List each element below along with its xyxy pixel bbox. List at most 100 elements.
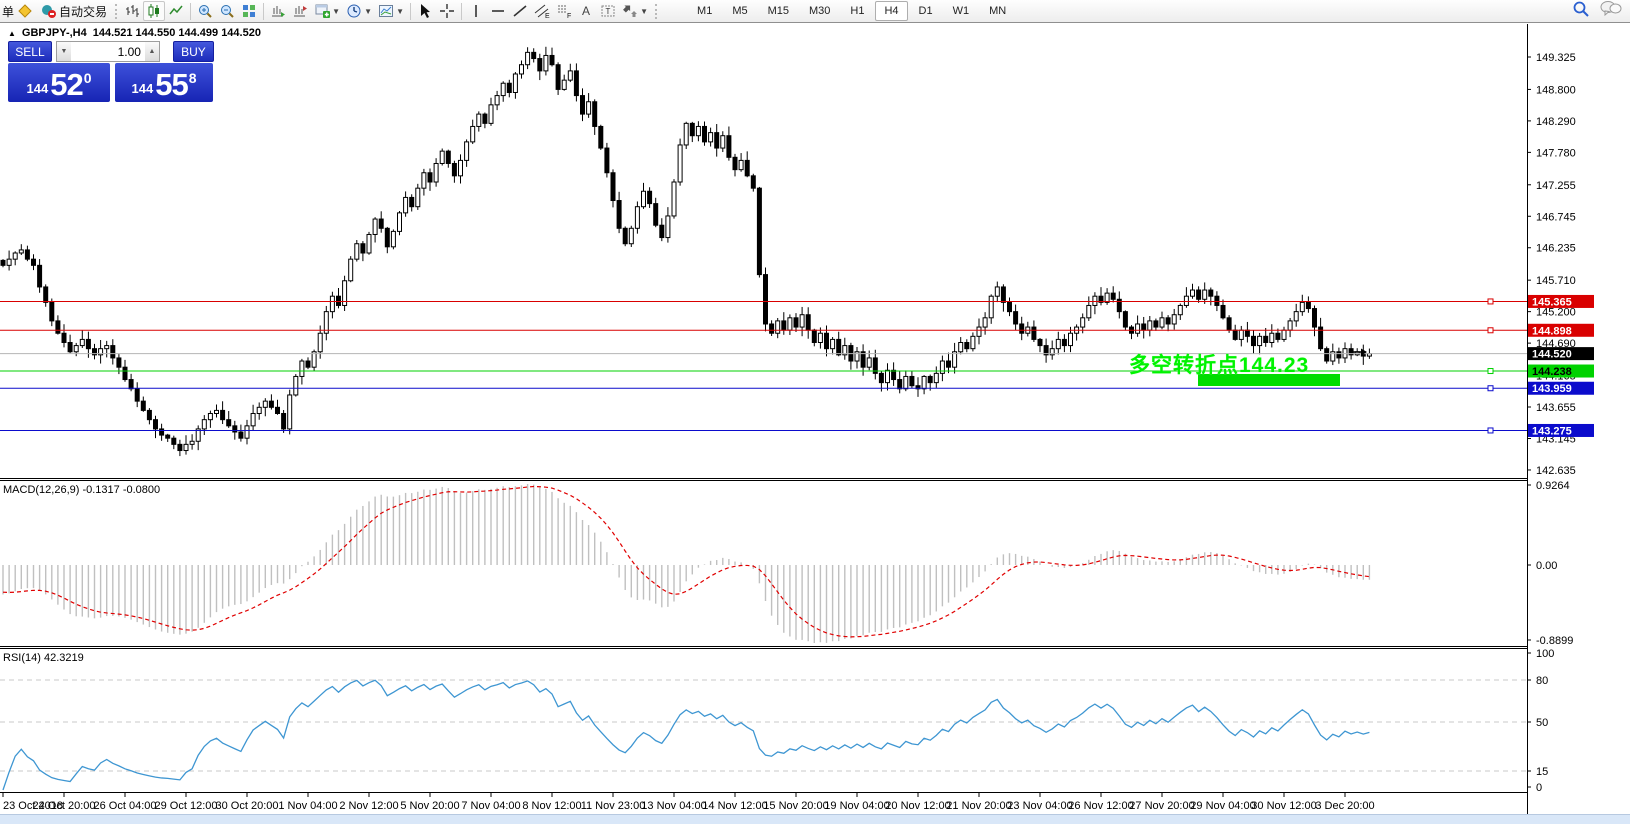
time-axis-label: 26 Oct 04:00 [94, 800, 157, 812]
candle-body [428, 173, 432, 182]
timeframe-M30[interactable]: M30 [800, 1, 839, 21]
bar-chart-icon [124, 3, 140, 19]
tile-windows-icon [241, 3, 257, 19]
time-axis-label: 20 Nov 12:00 [885, 800, 950, 812]
candle-body [1020, 324, 1024, 333]
line-handle[interactable] [1488, 369, 1493, 374]
toolbar-grip [655, 4, 657, 19]
zoom-out-button[interactable] [216, 1, 238, 21]
timeframe-D1[interactable]: D1 [910, 1, 942, 21]
auto-scroll-button[interactable] [267, 1, 289, 21]
timeframe-H4[interactable]: H4 [875, 1, 907, 21]
macd-signal-line [3, 487, 1369, 637]
candle-body [1325, 349, 1329, 361]
toolbar-right-group [1572, 0, 1628, 23]
candle-body [776, 321, 780, 333]
trendline-button[interactable] [509, 1, 531, 21]
cursor-button[interactable] [414, 1, 436, 21]
arrows-icon [622, 3, 638, 19]
candle-body [562, 80, 566, 89]
candle-body [989, 296, 993, 318]
collapse-triangle-icon[interactable]: ▲ [8, 29, 16, 38]
sell-button[interactable]: SELL [8, 41, 52, 62]
candlestick-chart-button[interactable] [143, 1, 165, 21]
crosshair-icon [439, 3, 455, 19]
candle-body [123, 367, 127, 379]
line-handle[interactable] [1488, 386, 1493, 391]
candle-body [898, 380, 902, 389]
time-axis-label: 29 Nov 04:00 [1190, 800, 1255, 812]
chat-button[interactable] [1600, 0, 1622, 22]
fibonacci-button[interactable]: F [553, 1, 575, 21]
volume-decrease-button[interactable]: ▼ [57, 42, 71, 61]
main-toolbar: 单 自动交易 [0, 0, 1630, 23]
candle-body [501, 83, 505, 95]
volume-input[interactable] [71, 42, 145, 61]
candle-body [288, 395, 292, 429]
line-handle[interactable] [1488, 428, 1493, 433]
macd-label: MACD(12,26,9) -0.1317 -0.0800 [3, 484, 160, 496]
candle-body [483, 114, 487, 123]
line-chart-button[interactable] [165, 1, 187, 21]
arrows-dropdown-button[interactable]: ▼ [619, 1, 651, 21]
time-axis-label: 2 Nov 12:00 [339, 800, 398, 812]
bar-chart-button[interactable] [121, 1, 143, 21]
templates-dropdown-button[interactable]: ▼ [375, 1, 407, 21]
text-label-button[interactable]: T [597, 1, 619, 21]
candle-body [721, 136, 725, 148]
new-order-button[interactable]: 单 [2, 3, 14, 20]
candle-body [794, 318, 798, 327]
svg-text:144.238: 144.238 [1532, 366, 1572, 378]
text-button[interactable]: A [575, 1, 597, 21]
timeframe-H1[interactable]: H1 [841, 1, 873, 21]
candle-body [977, 327, 981, 336]
price-tick-label: 148.290 [1536, 116, 1576, 128]
timeframe-MN[interactable]: MN [980, 1, 1015, 21]
buy-button[interactable]: BUY [173, 41, 214, 62]
price-marker-143.275: 143.275 [1528, 424, 1594, 438]
sell-price-point: 0 [84, 70, 92, 86]
candle-body [1239, 330, 1243, 339]
timeframe-M5[interactable]: M5 [723, 1, 756, 21]
equidistant-channel-button[interactable]: E [531, 1, 553, 21]
chart-shift-button[interactable] [289, 1, 311, 21]
vertical-line-button[interactable] [465, 1, 487, 21]
price-tick-label: 146.745 [1536, 211, 1576, 223]
candle-body [703, 126, 707, 141]
candle-body [422, 173, 426, 188]
candle-body [1160, 318, 1164, 327]
volume-increase-button[interactable]: ▲ [145, 42, 159, 61]
time-axis-label: 24 Oct 20:00 [33, 800, 96, 812]
candle-body [568, 71, 572, 80]
metaeditor-button[interactable] [14, 1, 36, 21]
periods-dropdown-button[interactable]: ▼ [343, 1, 375, 21]
candle-body [947, 361, 951, 367]
horizontal-line-button[interactable] [487, 1, 509, 21]
autotrading-button[interactable]: 自动交易 [36, 1, 111, 21]
sell-price-button[interactable]: 144 52 0 [8, 63, 110, 102]
crosshair-button[interactable] [436, 1, 458, 21]
annotation-text[interactable]: 多空转折点144.23 [1129, 349, 1309, 379]
search-button[interactable] [1572, 0, 1590, 23]
line-handle[interactable] [1488, 328, 1493, 333]
tile-windows-button[interactable] [238, 1, 260, 21]
timeframe-M1[interactable]: M1 [688, 1, 721, 21]
buy-price-button[interactable]: 144 55 8 [115, 63, 213, 102]
time-axis-label: 21 Nov 20:00 [946, 800, 1011, 812]
candle-body [1288, 321, 1292, 330]
candle-body [1300, 302, 1304, 311]
new-chart-dropdown-button[interactable]: ▼ [311, 1, 343, 21]
time-axis-label: 8 Nov 12:00 [522, 800, 581, 812]
candle-body [1178, 305, 1182, 314]
line-handle[interactable] [1488, 299, 1493, 304]
candle-body [690, 123, 694, 135]
candle-body [489, 105, 493, 124]
timeframe-W1[interactable]: W1 [944, 1, 979, 21]
text-label-icon: T [600, 3, 616, 19]
candle-body [733, 157, 737, 169]
timeframe-M15[interactable]: M15 [759, 1, 798, 21]
candle-body [86, 339, 90, 348]
candle-body [367, 234, 371, 253]
candle-body [1264, 336, 1268, 342]
zoom-in-button[interactable] [194, 1, 216, 21]
